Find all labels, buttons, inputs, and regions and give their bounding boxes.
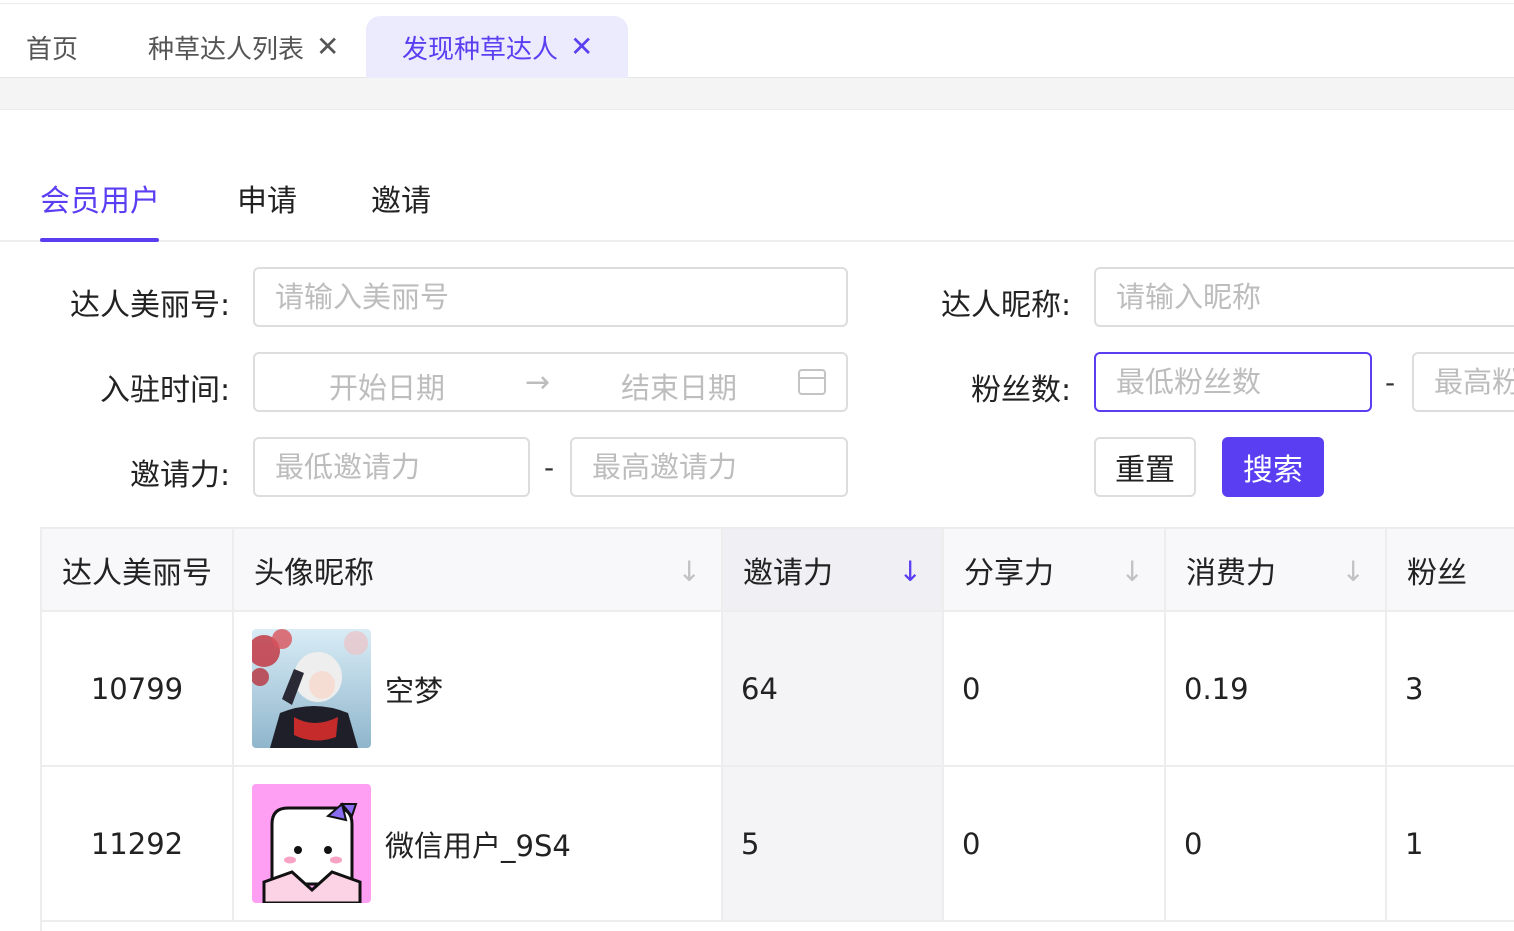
column-header-label: 分享力 (964, 555, 1054, 591)
page-tab-home[interactable]: 首页 (26, 16, 78, 78)
column-header-label: 消费力 (1186, 555, 1276, 591)
avatar (252, 784, 371, 903)
table-cell-invite-power: 5 (723, 767, 944, 922)
page-tab-label: 种草达人列表 (148, 34, 305, 65)
sort-arrow-icon[interactable]: ↓ (678, 555, 701, 588)
nickname-text: 空梦 (385, 673, 444, 708)
page-tab-discover-influencer[interactable]: 发现种草达人 ✕ (366, 16, 628, 78)
column-header-fans: 粉丝 (1387, 529, 1514, 612)
sub-tab-bar: 会员用户 申请 邀请 (0, 160, 1514, 242)
fans-max-field (1412, 352, 1514, 412)
active-tab-indicator (40, 238, 159, 242)
table-cell-avatar-nickname: 微信用户_9S4 (234, 767, 723, 922)
invite-power-max-input[interactable] (592, 450, 846, 484)
column-header-invite-power[interactable]: 邀请力 ↓ (723, 529, 944, 612)
invite-power-label: 邀请力: (130, 458, 231, 493)
close-icon[interactable]: ✕ (316, 33, 339, 61)
fans-min-field (1094, 352, 1372, 412)
table-cell-consume-power: 0.19 (1166, 612, 1387, 767)
tab-member-users[interactable]: 会员用户 (40, 176, 160, 220)
reset-button[interactable]: 重置 (1094, 437, 1196, 497)
table-cell-fans: 3 (1387, 612, 1514, 767)
fans-min-input[interactable] (1116, 365, 1370, 399)
nickname-field (1094, 267, 1514, 327)
nickname-input[interactable] (1116, 280, 1514, 314)
table-cell-share-power: 0 (944, 612, 1166, 767)
column-header-label: 邀请力 (743, 555, 833, 591)
calendar-icon (798, 369, 826, 395)
beauty-id-field (253, 267, 848, 327)
sort-arrow-icon[interactable]: ↓ (1121, 555, 1144, 588)
column-header-consume-power[interactable]: 消费力 ↓ (1166, 529, 1387, 612)
page-tab-bar: 首页 种草达人列表 ✕ 发现种草达人 ✕ (0, 4, 1514, 78)
table-cell-avatar-nickname: 空梦 (234, 612, 723, 767)
table-cell-consume-power: 0 (1166, 767, 1387, 922)
column-header-label: 达人美丽号 (62, 555, 212, 591)
tab-applications[interactable]: 申请 (237, 176, 297, 220)
search-button[interactable]: 搜索 (1222, 437, 1324, 497)
invite-power-min-field (253, 437, 530, 497)
avatar (252, 629, 371, 748)
table-cell-beauty-id: 10799 (42, 612, 234, 767)
start-date-placeholder[interactable]: 开始日期 (329, 365, 445, 407)
column-header-beauty-id: 达人美丽号 (42, 529, 234, 612)
page-tab-influencer-list[interactable]: 种草达人列表 ✕ (148, 16, 339, 78)
sort-arrow-icon[interactable]: ↓ (1342, 555, 1365, 588)
invite-power-max-field (570, 437, 848, 497)
invite-power-min-input[interactable] (275, 450, 528, 484)
fans-max-input[interactable] (1434, 365, 1514, 399)
beauty-id-label: 达人美丽号: (70, 288, 231, 323)
column-header-label: 粉丝 (1407, 555, 1467, 591)
end-date-placeholder[interactable]: 结束日期 (621, 365, 737, 407)
page-tab-label: 首页 (26, 34, 79, 65)
range-dash: - (1385, 366, 1396, 399)
nickname-label: 达人昵称: (941, 288, 1072, 323)
range-dash: - (544, 451, 555, 484)
table-cell-share-power: 0 (944, 767, 1166, 922)
fans-label: 粉丝数: (971, 373, 1072, 408)
column-header-label: 头像昵称 (254, 555, 374, 591)
table-cell-fans: 1 (1387, 767, 1514, 922)
tab-invitations[interactable]: 邀请 (371, 176, 431, 220)
beauty-id-input[interactable] (275, 280, 846, 314)
sort-arrow-icon[interactable]: ↓ (899, 555, 922, 588)
arrow-right-icon: → (525, 365, 551, 400)
table-cell-beauty-id: 11292 (42, 767, 234, 922)
column-header-share-power[interactable]: 分享力 ↓ (944, 529, 1166, 612)
close-icon[interactable]: ✕ (570, 33, 593, 61)
join-time-range-picker[interactable]: 开始日期 → 结束日期 (253, 352, 848, 412)
content-top-band (0, 78, 1514, 110)
nickname-text: 微信用户_9S4 (385, 828, 571, 863)
influencer-table: 达人美丽号 头像昵称 ↓ 邀请力 ↓ 分享力 ↓ 消费力 ↓ 粉丝 10799 (40, 527, 1514, 931)
join-time-label: 入驻时间: (100, 373, 231, 408)
column-header-avatar-nickname[interactable]: 头像昵称 ↓ (234, 529, 723, 612)
table-cell-invite-power: 64 (723, 612, 944, 767)
page-tab-label: 发现种草达人 (402, 34, 559, 65)
